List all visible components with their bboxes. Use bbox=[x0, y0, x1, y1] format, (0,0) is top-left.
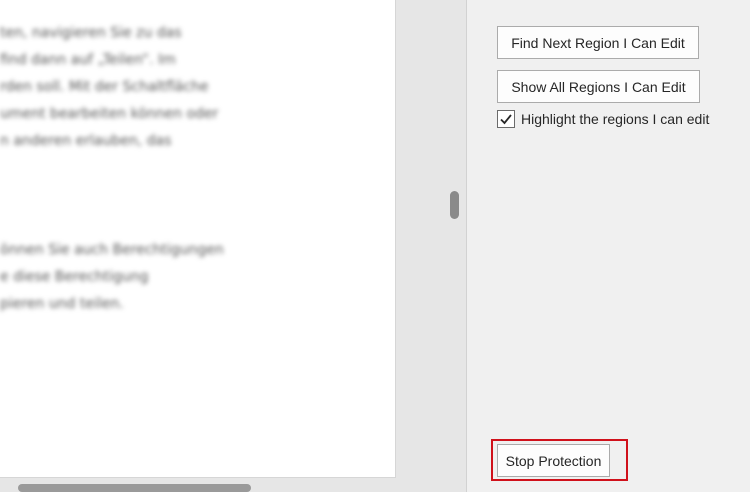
find-next-region-button[interactable]: Find Next Region I Can Edit bbox=[497, 26, 699, 59]
document-text-line: n anderen erlauben, das bbox=[0, 133, 172, 149]
vertical-scrollbar-thumb[interactable] bbox=[450, 191, 459, 219]
document-text-line: ument bearbeiten können oder bbox=[0, 106, 219, 122]
horizontal-scrollbar-thumb[interactable] bbox=[18, 484, 251, 492]
document-text-line: e diese Berechtigung bbox=[0, 269, 149, 285]
highlight-regions-option[interactable]: Highlight the regions I can edit bbox=[497, 110, 709, 128]
highlight-regions-checkbox[interactable] bbox=[497, 110, 515, 128]
document-page[interactable]: ten, navigieren Sie zu das find dann auf… bbox=[0, 0, 396, 478]
show-all-regions-button[interactable]: Show All Regions I Can Edit bbox=[497, 70, 700, 103]
document-text-line: rden soll. Mit der Schaltfläche bbox=[0, 79, 209, 95]
document-text-line: pieren und teilen. bbox=[0, 296, 124, 312]
highlight-regions-label: Highlight the regions I can edit bbox=[521, 111, 710, 127]
document-text-line: ten, navigieren Sie zu das bbox=[0, 25, 182, 41]
stop-protection-button[interactable]: Stop Protection bbox=[497, 444, 610, 477]
document-text-line: önnen Sie auch Berechtigungen bbox=[0, 242, 224, 258]
checkmark-icon bbox=[500, 114, 512, 125]
document-area: ten, navigieren Sie zu das find dann auf… bbox=[0, 0, 466, 492]
restrict-editing-pane: Find Next Region I Can Edit Show All Reg… bbox=[467, 0, 750, 492]
document-text-line: find dann auf „Teilen“. Im bbox=[0, 52, 176, 68]
